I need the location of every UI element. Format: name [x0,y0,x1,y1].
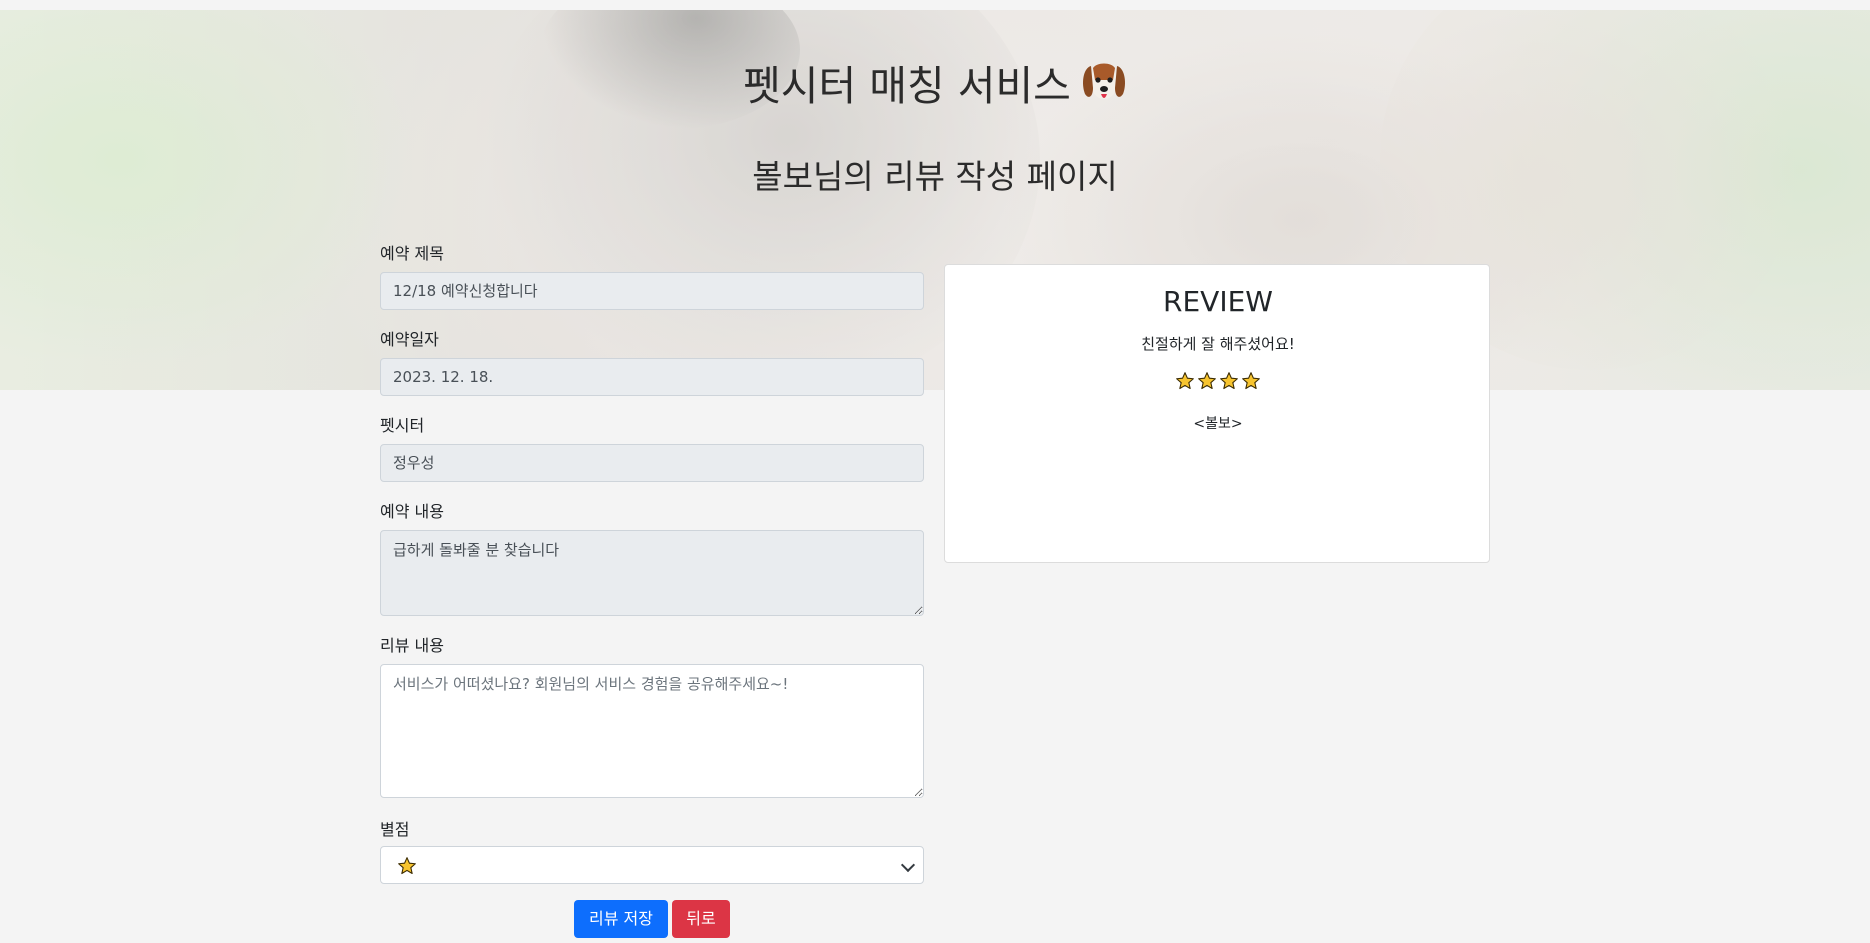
chevron-down-icon [900,857,916,873]
reservation-date-field[interactable]: 2023. 12. 18. [380,358,924,396]
reservation-content-label: 예약 내용 [380,502,444,521]
top-strip [0,0,1870,10]
page-subtitle: 볼보님의 리뷰 작성 페이지 [752,157,1118,196]
petsitter-label: 펫시터 [380,416,425,435]
review-heading: REVIEW [1163,285,1273,318]
review-content-label: 리뷰 내용 [380,636,444,655]
page-title: 펫시터 매칭 서비스 [0,52,1870,112]
star-icon [1220,372,1238,390]
back-button[interactable]: 뒤로 [672,900,730,938]
star-icon [1242,372,1260,390]
review-text: 친절하게 잘 해주셨어요! [1141,335,1295,353]
reservation-date-label: 예약일자 [380,330,439,349]
review-card: REVIEW 친절하게 잘 해주셨어요! <볼보> [944,264,1490,563]
petsitter-field[interactable]: 정우성 [380,444,924,482]
rating-select[interactable] [380,846,924,884]
review-stars [945,371,1491,395]
reservation-title-field[interactable]: 12/18 예약신청합니다 [380,272,924,310]
reservation-content-field[interactable]: 급하게 돌봐줄 분 찾습니다 [380,530,924,616]
dog-face-icon [1082,63,1125,99]
review-content-input[interactable] [380,664,924,798]
star-icon [1176,372,1194,390]
star-icon [398,857,416,875]
reservation-title-label: 예약 제목 [380,244,444,263]
star-icon [1198,372,1216,390]
save-review-button[interactable]: 리뷰 저장 [574,900,668,938]
review-author: <볼보> [1193,416,1243,432]
rating-label: 별점 [380,820,410,839]
